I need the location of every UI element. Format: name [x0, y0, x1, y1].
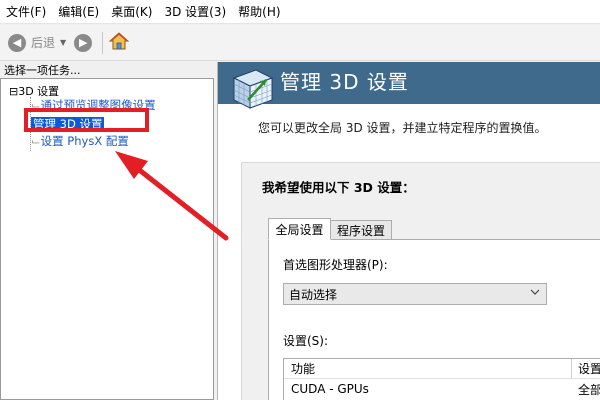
tree-item-label: 设置 PhysX 配置 [40, 134, 129, 148]
menu-desktop[interactable]: 桌面(K) [105, 0, 158, 24]
back-button[interactable]: ◀ 后退 ▼ [8, 33, 66, 52]
column-header-feature[interactable]: 功能 [284, 359, 572, 379]
tree-collapse-icon[interactable]: ⊟ [9, 85, 18, 98]
menu-help[interactable]: 帮助(H) [232, 0, 286, 24]
preferred-gpu-value: 自动选择 [289, 287, 338, 302]
settings-list-label: 设置(S): [283, 334, 329, 348]
chevron-down-icon [530, 289, 540, 295]
toolbar-separator [102, 31, 104, 54]
menu-3d-settings[interactable]: 3D 设置(3) [158, 0, 232, 24]
settings-group-title: 我希望使用以下 3D 设置： [262, 180, 415, 195]
content-panel: 管理 3D 设置 您可以更改全局 3D 设置，并建立特定程序的置换值。 我希望使… [217, 62, 600, 400]
menu-file[interactable]: 文件(F) [2, 0, 52, 24]
page-description: 您可以更改全局 3D 设置，并建立特定程序的置换值。 [258, 121, 547, 135]
page-banner: 管理 3D 设置 [218, 62, 600, 109]
task-selection-label: 选择一项任务... [4, 64, 81, 77]
menu-bar: 文件(F) 编辑(E) 桌面(K) 3D 设置(3) 帮助(H) [0, 0, 600, 24]
forward-arrow-icon: ▶ [74, 33, 93, 52]
tab-global-settings[interactable]: 全局设置 [268, 218, 331, 240]
global-settings-panel: 首选图形处理器(P): 自动选择 设置(S): 功能 设置 CUDA - GPU… [268, 239, 600, 400]
home-button[interactable] [108, 31, 130, 54]
column-header-setting[interactable]: 设置 [572, 359, 600, 379]
3d-cube-icon [232, 69, 274, 109]
back-label: 后退 [31, 36, 56, 50]
forward-button[interactable]: ▶ [74, 33, 93, 52]
dropdown-caret-icon[interactable]: ▼ [60, 38, 66, 47]
toolbar: ◀ 后退 ▼ ▶ [0, 25, 600, 61]
home-icon [108, 32, 130, 50]
settings-table[interactable]: 功能 设置 CUDA - GPUs 全部 [283, 358, 600, 400]
preferred-gpu-label: 首选图形处理器(P): [283, 258, 388, 272]
table-row-feature[interactable]: CUDA - GPUs [284, 379, 369, 399]
tree-item-physx-config[interactable]: ⌙设置 PhysX 配置 [31, 133, 129, 149]
page-title: 管理 3D 设置 [280, 70, 409, 94]
annotation-highlight-box [24, 108, 149, 132]
preferred-gpu-dropdown[interactable]: 自动选择 [283, 283, 547, 305]
tab-program-settings[interactable]: 程序设置 [330, 220, 392, 240]
back-arrow-icon: ◀ [8, 33, 26, 52]
tree-branch-icon: ⌙ [31, 134, 41, 148]
table-row-setting[interactable]: 全部 [572, 379, 600, 399]
menu-edit[interactable]: 编辑(E) [52, 0, 105, 24]
settings-group: 我希望使用以下 3D 设置： 全局设置 程序设置 首选图形处理器(P): 自动选… [241, 162, 600, 400]
